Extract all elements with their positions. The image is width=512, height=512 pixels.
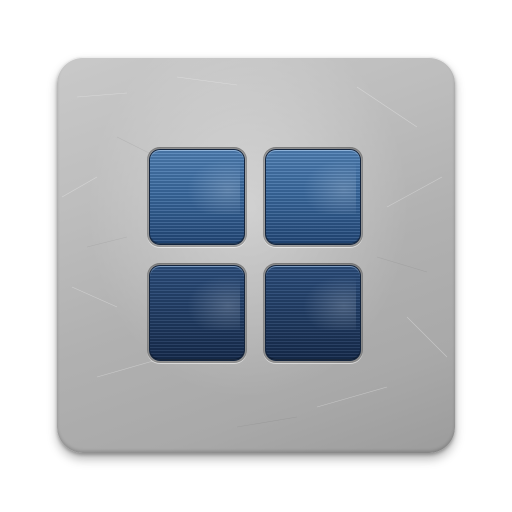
metal-scratches — [61, 76, 448, 428]
tile-bottom-left — [147, 263, 247, 363]
tile-top-right — [263, 147, 363, 247]
blue-tile — [149, 265, 245, 361]
icon-canvas — [0, 0, 512, 512]
blue-tile — [265, 149, 361, 245]
tile-top-left — [147, 147, 247, 247]
blue-tile — [265, 265, 361, 361]
tile-bottom-right — [263, 263, 363, 363]
brushed-metal-plate — [57, 57, 455, 453]
blue-tile — [149, 149, 245, 245]
